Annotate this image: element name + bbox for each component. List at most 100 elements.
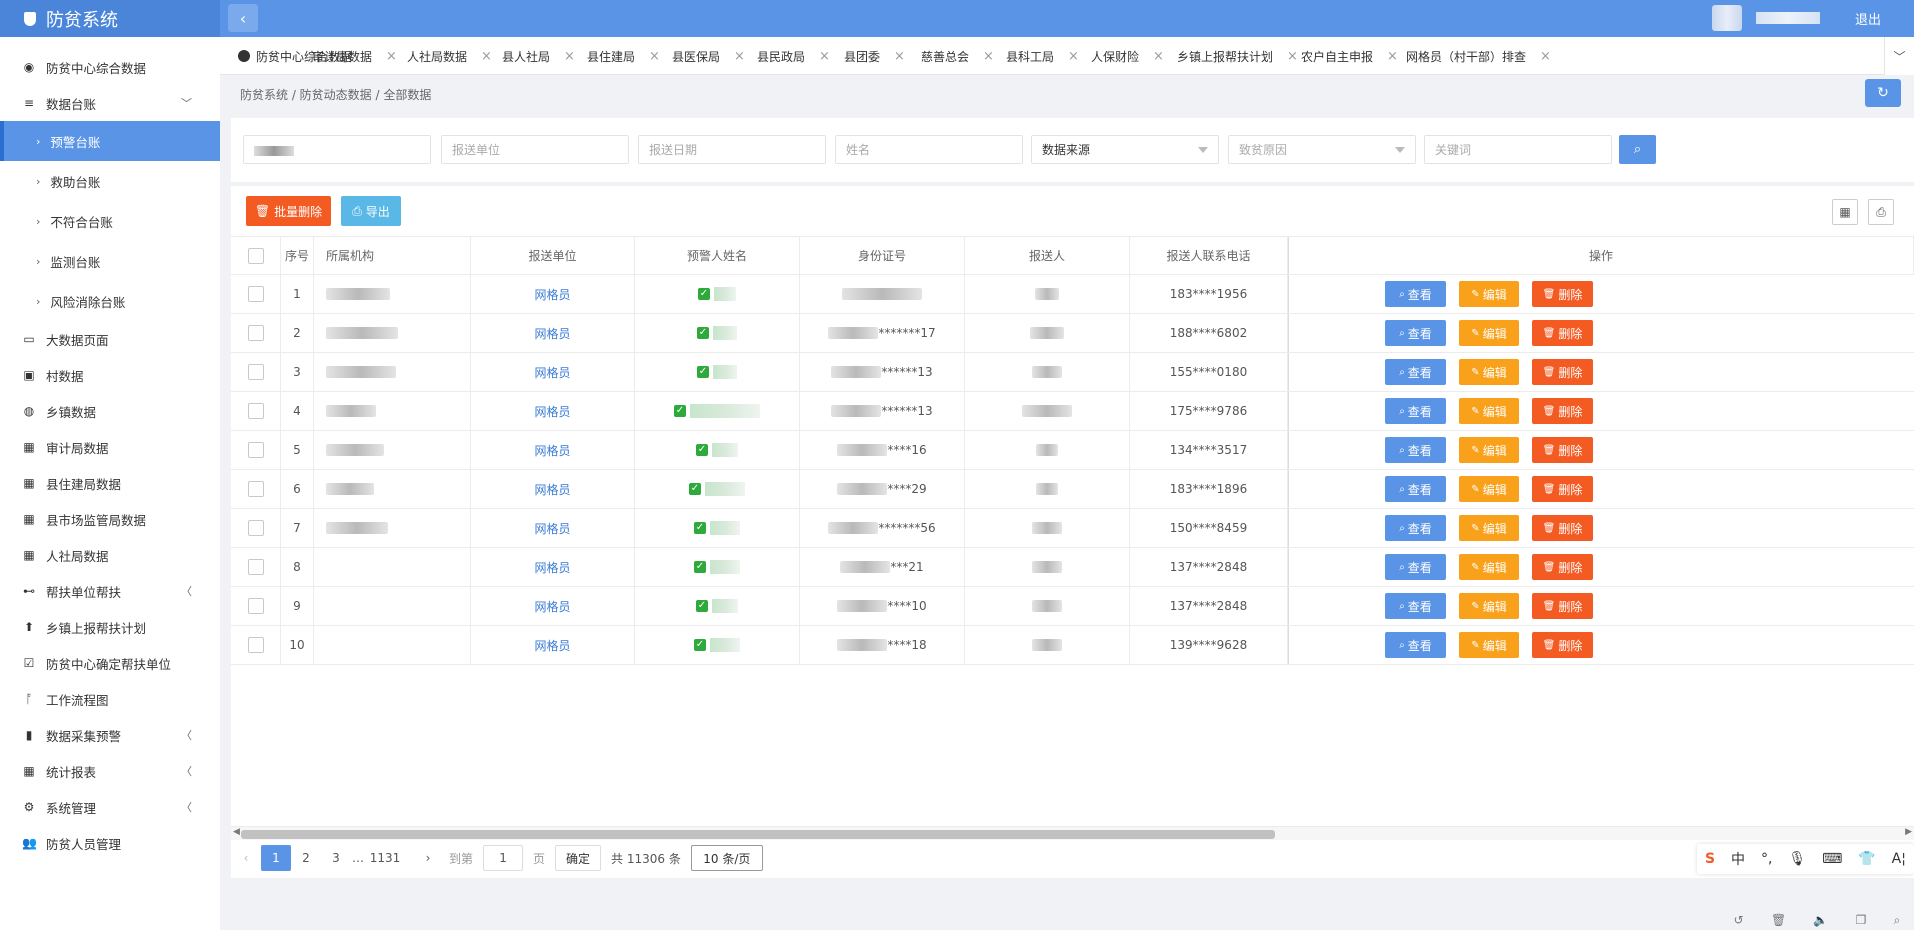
user-name[interactable] — [1756, 12, 1820, 24]
row-checkbox[interactable] — [247, 520, 264, 536]
edit-button[interactable]: ✎ 编辑 — [1459, 359, 1519, 385]
sidebar-item[interactable]: ⚙ 系统管理 〈 — [0, 789, 220, 825]
page-number-button[interactable]: 2 — [291, 845, 321, 871]
next-page-button[interactable]: › — [413, 845, 443, 871]
edit-button[interactable]: ✎ 编辑 — [1459, 281, 1519, 307]
close-icon[interactable]: × — [894, 49, 905, 64]
row-checkbox[interactable] — [247, 286, 264, 302]
tab-dropdown-button[interactable]: ﹀ — [1884, 37, 1914, 75]
sidebar-item[interactable]: ᚩ 工作流程图 — [0, 681, 220, 717]
sidebar-item[interactable]: ▣ 村数据 — [0, 357, 220, 393]
delete-button[interactable]: 🗑 删除 — [1532, 554, 1593, 580]
unit-cell[interactable]: 网格员 — [471, 470, 635, 508]
edit-button[interactable]: ✎ 编辑 — [1459, 515, 1519, 541]
view-button[interactable]: ⌕ 查看 — [1385, 281, 1446, 307]
unit-link[interactable]: 网格员 — [534, 637, 570, 654]
edit-button[interactable]: ✎ 编辑 — [1459, 320, 1519, 346]
sidebar-item[interactable]: ▦ 县住建局数据 — [0, 465, 220, 501]
unit-cell[interactable]: 网格员 — [471, 509, 635, 547]
sidebar-subitem[interactable]: › 救助台账 — [0, 161, 220, 201]
close-icon[interactable]: × — [649, 49, 660, 64]
unit-link[interactable]: 网格员 — [534, 364, 570, 381]
delete-button[interactable]: 🗑 删除 — [1532, 320, 1593, 346]
unit-cell[interactable]: 网格员 — [471, 392, 635, 430]
sidebar-subitem[interactable]: › 风险消除台账 — [0, 281, 220, 321]
page-number-button[interactable]: 1131 — [365, 845, 405, 871]
sidebar-item[interactable]: ▦ 县市场监管局数据 — [0, 501, 220, 537]
tab-item[interactable]: 县住建局 × — [587, 37, 660, 75]
unit-filter-input[interactable]: 报送单位 — [441, 135, 629, 164]
view-button[interactable]: ⌕ 查看 — [1385, 320, 1446, 346]
unit-cell[interactable]: 网格员 — [471, 353, 635, 391]
trash-icon[interactable]: 🗑 — [1771, 913, 1786, 927]
edit-button[interactable]: ✎ 编辑 — [1459, 437, 1519, 463]
tab-item[interactable]: 县医保局 × — [672, 37, 745, 75]
unit-link[interactable]: 网格员 — [534, 442, 570, 459]
batch-delete-button[interactable]: 🗑 批量删除 — [246, 196, 331, 226]
tab-item[interactable]: 网格员（村干部）排查 × — [1406, 37, 1551, 75]
tab-item[interactable]: 县人社局 × — [502, 37, 575, 75]
sidebar-item[interactable]: 👥 防贫人员管理 — [0, 825, 220, 861]
view-button[interactable]: ⌕ 查看 — [1385, 554, 1446, 580]
font-size-icon[interactable]: A¦ — [1892, 851, 1906, 867]
row-checkbox[interactable] — [247, 442, 264, 458]
volume-icon[interactable]: 🔈 — [1813, 913, 1828, 927]
view-button[interactable]: ⌕ 查看 — [1385, 437, 1446, 463]
close-icon[interactable]: × — [1068, 49, 1079, 64]
source-select[interactable]: 数据来源 — [1031, 135, 1219, 164]
edit-button[interactable]: ✎ 编辑 — [1459, 476, 1519, 502]
unit-cell[interactable]: 网格员 — [471, 548, 635, 586]
tab-item[interactable]: 县科工局 × — [1006, 37, 1079, 75]
sidebar-item[interactable]: ☑ 防贫中心确定帮扶单位 — [0, 645, 220, 681]
refresh-button[interactable]: ↻ — [1865, 79, 1901, 107]
tab-item[interactable]: 乡镇上报帮扶计划 × — [1177, 37, 1298, 75]
scroll-right-icon[interactable]: ▶ — [1905, 827, 1912, 837]
view-button[interactable]: ⌕ 查看 — [1385, 476, 1446, 502]
delete-button[interactable]: 🗑 删除 — [1532, 437, 1593, 463]
cause-select[interactable]: 致贫原因 — [1228, 135, 1416, 164]
edit-button[interactable]: ✎ 编辑 — [1459, 398, 1519, 424]
view-button[interactable]: ⌕ 查看 — [1385, 632, 1446, 658]
unit-cell[interactable]: 网格员 — [471, 275, 635, 313]
delete-button[interactable]: 🗑 删除 — [1532, 359, 1593, 385]
prev-page-button[interactable]: ‹ — [231, 845, 261, 871]
print-button[interactable]: ⎙ — [1868, 199, 1894, 225]
close-icon[interactable]: × — [481, 49, 492, 64]
org-filter-input[interactable] — [243, 135, 431, 164]
delete-button[interactable]: 🗑 删除 — [1532, 632, 1593, 658]
window-icon[interactable]: ❐ — [1856, 913, 1867, 927]
skin-icon[interactable]: 👕 — [1858, 851, 1875, 867]
close-icon[interactable]: × — [734, 49, 745, 64]
delete-button[interactable]: 🗑 删除 — [1532, 476, 1593, 502]
tab-item[interactable]: 县团委 × — [844, 37, 905, 75]
tab-item[interactable]: 县民政局 × — [757, 37, 830, 75]
keyboard-icon[interactable]: ⌨ — [1822, 851, 1842, 867]
row-checkbox[interactable] — [247, 559, 264, 575]
sidebar-item[interactable]: ◍ 乡镇数据 — [0, 393, 220, 429]
close-icon[interactable]: × — [1540, 49, 1551, 64]
unit-link[interactable]: 网格员 — [534, 598, 570, 615]
row-checkbox[interactable] — [247, 598, 264, 614]
column-filter-button[interactable]: ▦ — [1832, 199, 1858, 225]
ime-mode-icon[interactable]: 中 — [1731, 849, 1745, 869]
logout-link[interactable]: 退出 — [1855, 9, 1881, 28]
tab-item[interactable]: 慈善总会 × — [921, 37, 994, 75]
row-checkbox[interactable] — [247, 637, 264, 653]
edit-button[interactable]: ✎ 编辑 — [1459, 632, 1519, 658]
sogou-icon[interactable]: S — [1705, 851, 1715, 867]
page-number-button[interactable]: 1 — [261, 845, 291, 871]
view-button[interactable]: ⌕ 查看 — [1385, 593, 1446, 619]
tab-item[interactable]: 人社局数据 × — [407, 37, 492, 75]
delete-button[interactable]: 🗑 删除 — [1532, 593, 1593, 619]
search-button[interactable]: ⌕ — [1619, 135, 1656, 164]
scroll-left-icon[interactable]: ◀ — [233, 827, 240, 837]
tab-item[interactable]: 农户自主申报 × — [1301, 37, 1398, 75]
unit-cell[interactable]: 网格员 — [471, 626, 635, 664]
row-checkbox[interactable] — [247, 325, 264, 341]
close-icon[interactable]: × — [1387, 49, 1398, 64]
unit-cell[interactable]: 网格员 — [471, 314, 635, 352]
unit-link[interactable]: 网格员 — [534, 286, 570, 303]
history-icon[interactable]: ↺ — [1734, 913, 1744, 927]
sidebar-item[interactable]: ⬆ 乡镇上报帮扶计划 — [0, 609, 220, 645]
select-all-checkbox[interactable] — [247, 247, 264, 264]
